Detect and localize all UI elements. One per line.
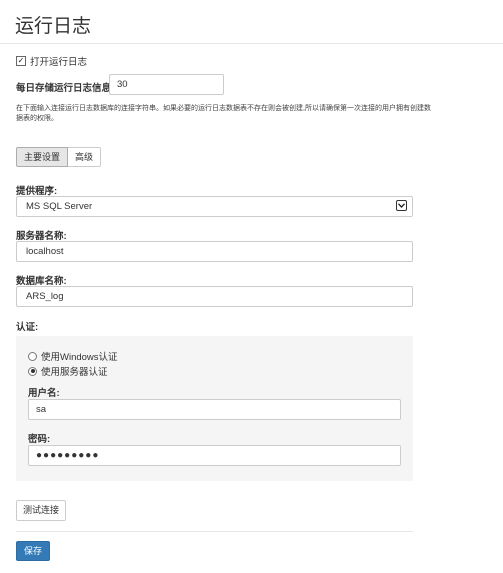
auth-option-windows[interactable]: 使用Windows认证 xyxy=(28,349,118,363)
password-input[interactable]: ●●●●●●●●● xyxy=(28,445,401,466)
enable-log-row[interactable]: ✓ 打开运行日志 xyxy=(16,54,87,68)
auth-windows-label: 使用Windows认证 xyxy=(41,352,118,363)
database-label: 数据库名称: xyxy=(16,276,67,287)
server-input[interactable]: localhost xyxy=(16,241,413,262)
username-input[interactable]: sa xyxy=(28,399,401,420)
chevron-down-icon[interactable] xyxy=(396,200,407,211)
password-label: 密码: xyxy=(28,434,51,445)
enable-log-label: 打开运行日志 xyxy=(30,57,88,68)
tab-advanced[interactable]: 高级 xyxy=(68,147,102,167)
auth-windows-radio[interactable] xyxy=(28,351,37,361)
test-connection-button[interactable]: 测试连接 xyxy=(16,500,67,521)
auth-server-label: 使用服务器认证 xyxy=(41,367,108,378)
auth-server-radio[interactable] xyxy=(28,366,37,376)
provider-select[interactable]: MS SQL Server xyxy=(16,196,413,217)
save-button[interactable]: 保存 xyxy=(16,541,51,561)
database-input[interactable]: ARS_log xyxy=(16,286,413,307)
provider-value: MS SQL Server xyxy=(26,201,93,212)
days-input[interactable]: 30 xyxy=(109,74,224,95)
page-title: 运行日志 xyxy=(15,16,92,37)
days-label: 每日存储运行日志信息: xyxy=(16,83,115,94)
footer-divider xyxy=(16,531,413,532)
enable-log-checkbox[interactable]: ✓ xyxy=(16,56,26,66)
auth-label: 认证: xyxy=(16,322,39,333)
help-text: 在下面输入连接运行日志数据库的连接字符串。如果必要的运行日志数据表不存在则会被创… xyxy=(16,105,431,122)
auth-panel: 使用Windows认证 使用服务器认证 用户名: sa 密码: ●●●●●●●●… xyxy=(16,336,413,481)
server-label: 服务器名称: xyxy=(16,231,67,242)
settings-tabs: 主要设置 高级 xyxy=(16,147,102,167)
tab-main-settings[interactable]: 主要设置 xyxy=(16,147,69,167)
title-divider xyxy=(0,43,503,44)
username-label: 用户名: xyxy=(28,388,60,399)
auth-option-server[interactable]: 使用服务器认证 xyxy=(28,364,108,378)
provider-label: 提供程序: xyxy=(16,186,58,197)
